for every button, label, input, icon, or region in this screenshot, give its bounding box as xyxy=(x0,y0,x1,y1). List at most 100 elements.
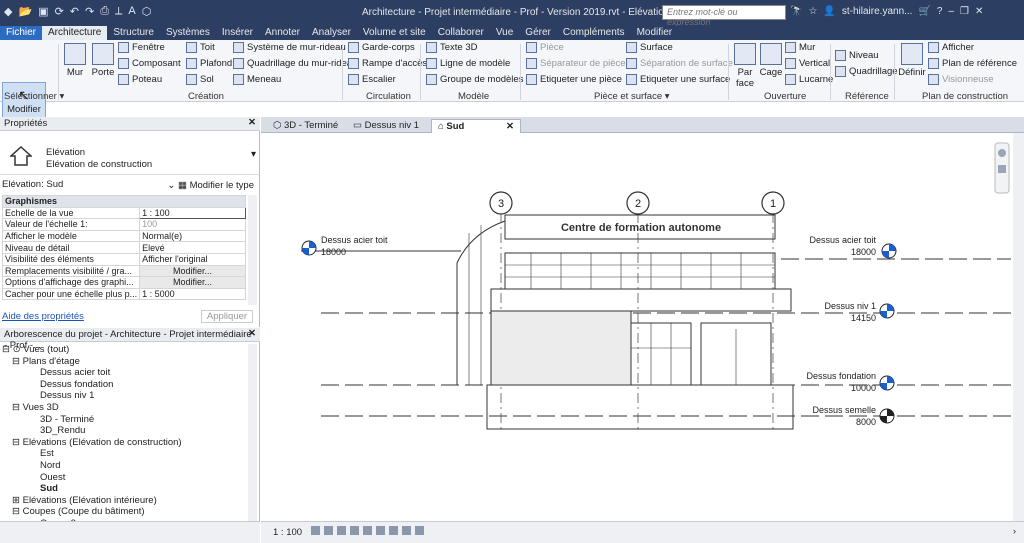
level-name-semelle[interactable]: Dessus semelle xyxy=(812,405,876,415)
tree-item[interactable]: Dessus acier toit xyxy=(2,367,182,379)
property-value[interactable]: 1 : 100 xyxy=(139,206,246,220)
porte-button[interactable]: Porte xyxy=(90,43,116,78)
view-3d-icon[interactable]: ⬡ xyxy=(142,5,152,18)
show-crop-icon[interactable] xyxy=(376,526,385,535)
restore-icon[interactable]: ❐ xyxy=(960,6,969,17)
tab-collaborer[interactable]: Collaborer xyxy=(432,26,490,40)
tree-item[interactable]: 3D - Terminé xyxy=(2,414,182,426)
property-value[interactable]: 1 : 5000 xyxy=(139,287,246,301)
reveal-hidden-icon[interactable] xyxy=(415,526,424,535)
zoom-icon[interactable] xyxy=(998,165,1006,173)
crop-view-icon[interactable] xyxy=(363,526,372,535)
vertical-button[interactable]: Vertical xyxy=(785,58,830,69)
redo-icon[interactable]: ↷ xyxy=(85,5,94,18)
tree-item[interactable]: Est xyxy=(2,448,182,460)
plan-reference-button[interactable]: Plan de référence xyxy=(928,58,1017,69)
poteau-button[interactable]: Poteau xyxy=(118,74,162,85)
texte3d-button[interactable]: Texte 3D xyxy=(426,42,478,53)
composant-button[interactable]: Composant xyxy=(118,58,181,69)
close-icon[interactable]: ✕ xyxy=(248,117,256,128)
level-value-left[interactable]: 18000 xyxy=(321,247,346,257)
level-name-niv1[interactable]: Dessus niv 1 xyxy=(824,301,876,311)
niveau-button[interactable]: Niveau xyxy=(835,50,879,61)
section-header[interactable]: Graphismes xyxy=(2,195,246,208)
tab-gerer[interactable]: Gérer xyxy=(519,26,557,40)
tree-item[interactable]: ⊟ Elévations (Elévation de construction) xyxy=(2,437,182,449)
undo-icon[interactable]: ↶ xyxy=(70,5,79,18)
modify-type-button[interactable]: ⌄ ▦ Modifier le type xyxy=(167,180,254,191)
tab-vue[interactable]: Vue xyxy=(490,26,519,40)
open-icon[interactable]: 📂 xyxy=(18,5,32,18)
drawing-canvas[interactable]: 3 2 1 Centre de formation autonome Dessu… xyxy=(261,133,1013,521)
measure-icon[interactable]: ⟂ xyxy=(115,5,122,18)
toit-button[interactable]: Toit xyxy=(186,42,215,53)
level-name-toit[interactable]: Dessus acier toit xyxy=(809,235,876,245)
meneau-button[interactable]: Meneau xyxy=(233,74,281,85)
scroll-right-icon[interactable]: › xyxy=(1013,526,1016,537)
selectionner-dropdown[interactable]: Sélectionner ▾ xyxy=(4,91,64,102)
browser-scrollbar[interactable] xyxy=(248,344,257,524)
tab-sud[interactable]: ⌂ Sud ✕ xyxy=(431,119,521,133)
fenetre-button[interactable]: Fenêtre xyxy=(118,42,165,53)
cage-button[interactable]: Cage xyxy=(759,43,783,78)
rampe-button[interactable]: Rampe d'accès xyxy=(348,58,427,69)
tab-modifier[interactable]: Modifier xyxy=(631,26,679,40)
mur-ouverture-button[interactable]: Mur xyxy=(785,42,815,53)
view-scale[interactable]: 1 : 100 xyxy=(273,527,302,538)
separation-surface-button[interactable]: Séparation de surface xyxy=(626,58,733,69)
save-icon[interactable]: ▣ xyxy=(38,5,48,18)
tab-3d-termine[interactable]: ⬡ 3D - Terminé xyxy=(267,119,344,133)
binoculars-icon[interactable]: 🔭 xyxy=(790,6,802,17)
tree-item[interactable]: ⊟ Plans d'étage xyxy=(2,356,182,368)
print-icon[interactable]: ⎙ xyxy=(100,5,109,18)
vg-overrides-button[interactable]: Modifier... xyxy=(139,264,246,278)
text-icon[interactable]: A xyxy=(128,5,135,18)
tab-architecture[interactable]: Architecture xyxy=(42,26,108,40)
properties-help-link[interactable]: Aide des propriétés xyxy=(2,311,84,322)
surface-button[interactable]: Surface xyxy=(626,42,673,53)
shadows-icon[interactable] xyxy=(350,526,359,535)
level-name-fondation[interactable]: Dessus fondation xyxy=(806,371,876,381)
tree-item[interactable]: ⊟ Coupes (Coupe du bâtiment) xyxy=(2,506,182,518)
hide-isolate-icon[interactable] xyxy=(402,526,411,535)
tab-annoter[interactable]: Annoter xyxy=(259,26,306,40)
tree-item[interactable]: Ouest xyxy=(2,472,182,484)
level-value-toit[interactable]: 18000 xyxy=(851,247,876,257)
tree-item[interactable]: ⊟ Vues 3D xyxy=(2,402,182,414)
tab-volume-site[interactable]: Volume et site xyxy=(357,26,432,40)
tab-dessus-niv1[interactable]: ▭ Dessus niv 1 xyxy=(347,119,425,133)
user-icon[interactable]: 👤 xyxy=(823,6,835,17)
tree-item[interactable]: 3D_Rendu xyxy=(2,425,182,437)
quadrillage-mur-rideau-button[interactable]: Quadrillage du mur-rideau xyxy=(233,58,357,69)
etiqueter-piece-button[interactable]: Etiqueter une pièce xyxy=(526,74,622,85)
apply-button[interactable]: Appliquer xyxy=(201,310,253,323)
close-icon[interactable]: ✕ xyxy=(248,328,256,339)
lucarne-button[interactable]: Lucarne xyxy=(785,74,833,85)
tree-item[interactable]: Dessus niv 1 xyxy=(2,390,182,402)
close-icon[interactable]: ✕ xyxy=(506,121,514,132)
tab-structure[interactable]: Structure xyxy=(107,26,160,40)
groupe-modeles-button[interactable]: Groupe de modèles xyxy=(426,74,523,85)
par-face-button[interactable]: Par face xyxy=(733,43,757,89)
steering-wheel-icon[interactable] xyxy=(998,149,1006,157)
chevron-down-icon[interactable]: ▾ xyxy=(251,149,256,160)
level-value-fondation[interactable]: 10000 xyxy=(851,383,876,393)
revit-logo-icon[interactable]: ◆ xyxy=(4,5,12,18)
tree-item-active[interactable]: Sud xyxy=(2,483,182,495)
cart-icon[interactable]: 🛒 xyxy=(918,6,930,17)
property-value[interactable]: Elevé xyxy=(139,241,246,254)
sync-icon[interactable]: ⟳ xyxy=(55,5,64,18)
property-value[interactable]: Afficher l'original xyxy=(139,252,246,266)
tab-analyser[interactable]: Analyser xyxy=(306,26,357,40)
mur-button[interactable]: Mur xyxy=(62,43,88,78)
separateur-pieces-button[interactable]: Séparateur de pièces xyxy=(526,58,630,69)
visual-style-icon[interactable] xyxy=(324,526,333,535)
star-icon[interactable]: ☆ xyxy=(808,6,817,17)
canvas-vertical-scrollbar[interactable] xyxy=(1013,133,1024,521)
minimize-icon[interactable]: – xyxy=(948,6,954,17)
tab-fichier[interactable]: Fichier xyxy=(0,26,43,40)
tab-systemes[interactable]: Systèmes xyxy=(160,26,216,40)
help-icon[interactable]: ? xyxy=(937,6,943,17)
plafond-button[interactable]: Plafond xyxy=(186,58,232,69)
instance-selector[interactable]: Elévation: Sud ⌄ ▦ Modifier le type xyxy=(2,179,258,193)
